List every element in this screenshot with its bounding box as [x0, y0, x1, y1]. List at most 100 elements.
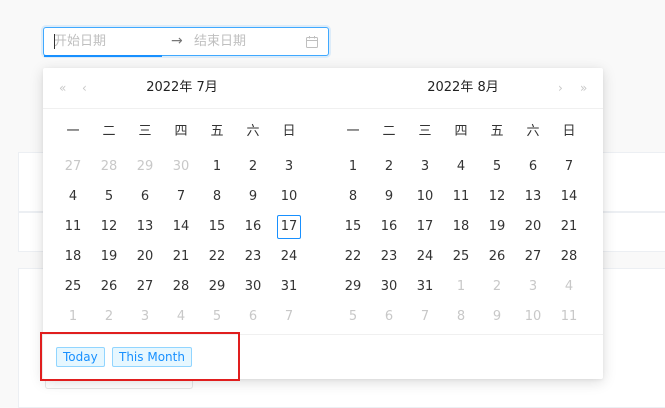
- date-cell[interactable]: 13: [515, 182, 551, 212]
- date-cell[interactable]: 14: [551, 182, 587, 212]
- right-weekday-header: 一二三四五六日: [335, 122, 587, 142]
- date-cell[interactable]: 10: [407, 182, 443, 212]
- date-cell[interactable]: 29: [199, 272, 235, 302]
- end-date-input[interactable]: 结束日期: [194, 28, 304, 55]
- date-cell[interactable]: 19: [91, 242, 127, 272]
- date-cell[interactable]: 6: [235, 302, 271, 332]
- date-cell[interactable]: 26: [91, 272, 127, 302]
- date-cell[interactable]: 21: [163, 242, 199, 272]
- date-cell[interactable]: 3: [127, 302, 163, 332]
- date-cell[interactable]: 2: [91, 302, 127, 332]
- date-cell[interactable]: 18: [55, 242, 91, 272]
- date-cell[interactable]: 11: [443, 182, 479, 212]
- date-cell[interactable]: 9: [371, 182, 407, 212]
- date-cell[interactable]: 4: [163, 302, 199, 332]
- date-cell[interactable]: 5: [91, 182, 127, 212]
- date-cell[interactable]: 2: [371, 152, 407, 182]
- date-cell[interactable]: 11: [55, 212, 91, 242]
- date-cell[interactable]: 28: [163, 272, 199, 302]
- date-cell[interactable]: 3: [515, 272, 551, 302]
- date-cell[interactable]: 3: [407, 152, 443, 182]
- date-cell[interactable]: 24: [407, 242, 443, 272]
- left-year-label[interactable]: 2022年: [146, 80, 192, 95]
- date-cell[interactable]: 29: [127, 152, 163, 182]
- date-cell[interactable]: 25: [443, 242, 479, 272]
- start-date-input[interactable]: 开始日期: [54, 28, 164, 55]
- date-cell[interactable]: 27: [55, 152, 91, 182]
- date-cell[interactable]: 20: [515, 212, 551, 242]
- date-cell[interactable]: 10: [271, 182, 307, 212]
- date-cell[interactable]: 6: [515, 152, 551, 182]
- date-cell[interactable]: 12: [91, 212, 127, 242]
- date-cell[interactable]: 22: [335, 242, 371, 272]
- date-cell[interactable]: 28: [551, 242, 587, 272]
- date-cell[interactable]: 4: [55, 182, 91, 212]
- right-year-label[interactable]: 2022年: [427, 80, 473, 95]
- date-cell[interactable]: 7: [163, 182, 199, 212]
- date-cell[interactable]: 9: [235, 182, 271, 212]
- date-cell[interactable]: 1: [199, 152, 235, 182]
- calendar-icon[interactable]: [305, 35, 319, 49]
- date-cell[interactable]: 8: [443, 302, 479, 332]
- date-cell[interactable]: 5: [199, 302, 235, 332]
- date-cell[interactable]: 25: [55, 272, 91, 302]
- date-cell[interactable]: 18: [443, 212, 479, 242]
- date-cell[interactable]: 5: [479, 152, 515, 182]
- weekday-label: 二: [102, 124, 116, 139]
- date-cell[interactable]: 20: [127, 242, 163, 272]
- date-cell[interactable]: 27: [515, 242, 551, 272]
- date-cell[interactable]: 30: [163, 152, 199, 182]
- right-month-label[interactable]: 8月: [477, 80, 498, 95]
- left-month-label[interactable]: 7月: [196, 80, 217, 95]
- preset-today-button[interactable]: Today: [56, 347, 105, 367]
- date-cell[interactable]: 2: [235, 152, 271, 182]
- date-cell[interactable]: 12: [479, 182, 515, 212]
- date-cell[interactable]: 7: [551, 152, 587, 182]
- date-cell[interactable]: 1: [443, 272, 479, 302]
- date-cell[interactable]: 15: [199, 212, 235, 242]
- date-cell[interactable]: 14: [163, 212, 199, 242]
- date-cell[interactable]: 28: [91, 152, 127, 182]
- date-cell[interactable]: 31: [271, 272, 307, 302]
- date-cell[interactable]: 4: [443, 152, 479, 182]
- next-month-button[interactable]: ›: [558, 80, 563, 96]
- date-cell[interactable]: 4: [551, 272, 587, 302]
- date-cell[interactable]: 10: [515, 302, 551, 332]
- date-cell[interactable]: 26: [479, 242, 515, 272]
- date-cell[interactable]: 15: [335, 212, 371, 242]
- date-cell[interactable]: 31: [407, 272, 443, 302]
- date-cell[interactable]: 11: [551, 302, 587, 332]
- date-cell[interactable]: 2: [479, 272, 515, 302]
- date-cell[interactable]: 24: [271, 242, 307, 272]
- date-cell[interactable]: 23: [235, 242, 271, 272]
- date-cell[interactable]: 7: [407, 302, 443, 332]
- date-cell[interactable]: 7: [271, 302, 307, 332]
- super-next-year-button[interactable]: »: [580, 80, 587, 96]
- date-cell[interactable]: 23: [371, 242, 407, 272]
- preset-this-month-button[interactable]: This Month: [112, 347, 192, 367]
- date-cell[interactable]: 19: [479, 212, 515, 242]
- weekday-label: 一: [66, 124, 80, 139]
- date-cell-today[interactable]: 17: [271, 212, 307, 242]
- date-cell[interactable]: 21: [551, 212, 587, 242]
- date-cell[interactable]: 30: [235, 272, 271, 302]
- date-cell[interactable]: 3: [271, 152, 307, 182]
- date-cell[interactable]: 9: [479, 302, 515, 332]
- date-cell[interactable]: 6: [127, 182, 163, 212]
- date-cell[interactable]: 29: [335, 272, 371, 302]
- date-cell[interactable]: 22: [199, 242, 235, 272]
- date-cell[interactable]: 1: [55, 302, 91, 332]
- date-cell[interactable]: 5: [335, 302, 371, 332]
- date-cell[interactable]: 8: [199, 182, 235, 212]
- date-cell[interactable]: 16: [235, 212, 271, 242]
- date-cell[interactable]: 1: [335, 152, 371, 182]
- date-cell[interactable]: 8: [335, 182, 371, 212]
- date-range-input[interactable]: 开始日期 → 结束日期: [43, 27, 329, 57]
- date-cell[interactable]: 13: [127, 212, 163, 242]
- date-cell[interactable]: 30: [371, 272, 407, 302]
- date-cell[interactable]: 27: [127, 272, 163, 302]
- date-cell[interactable]: 6: [371, 302, 407, 332]
- date-cell[interactable]: 17: [407, 212, 443, 242]
- weekday-label: 四: [174, 124, 188, 139]
- date-cell[interactable]: 16: [371, 212, 407, 242]
